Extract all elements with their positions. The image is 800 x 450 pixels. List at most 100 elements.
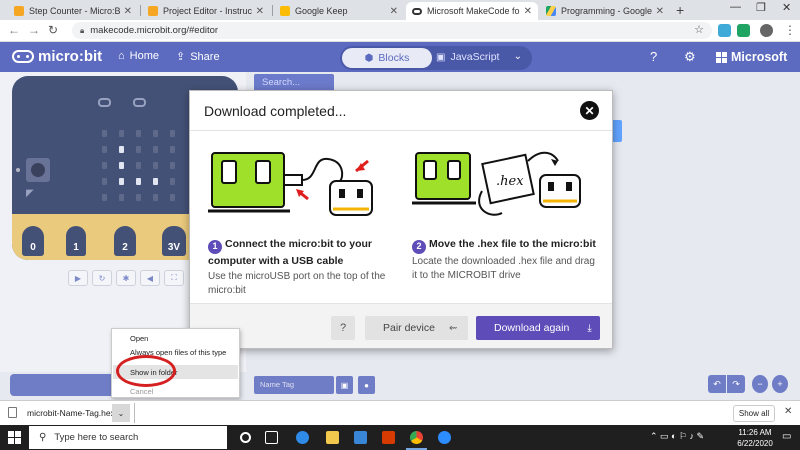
close-tab-icon[interactable]: ✕ bbox=[124, 6, 132, 17]
annotation-circle bbox=[116, 355, 176, 387]
tab-project-editor[interactable]: Project Editor - Instructables ✕ bbox=[142, 2, 270, 20]
step-2-number: 2 bbox=[412, 239, 426, 254]
help-icon[interactable]: ? bbox=[650, 49, 657, 64]
url-text: makecode.microbit.org/#editor bbox=[90, 25, 219, 36]
download-again-button[interactable]: Download again ⤓ bbox=[476, 316, 600, 340]
clock-time: 11:26 AM bbox=[738, 428, 772, 437]
microsoft-label: Microsoft bbox=[731, 50, 788, 64]
forward-arrow-icon[interactable]: → bbox=[28, 23, 40, 37]
system-tray-icon[interactable]: ⌃ ▭ ◐ ⚐ ♪ ✎ bbox=[650, 431, 704, 442]
task-view-icon[interactable] bbox=[265, 431, 278, 444]
help-button[interactable]: ? bbox=[331, 316, 355, 340]
windows-start-icon[interactable] bbox=[8, 431, 21, 444]
tab-google-keep[interactable]: Google Keep ✕ bbox=[274, 2, 404, 20]
close-tab-icon[interactable]: ✕ bbox=[256, 6, 264, 17]
editor-toggle: ⬢ Blocks ▣ JavaScript ⌄ bbox=[340, 46, 532, 70]
divider bbox=[134, 403, 135, 423]
address-bar-row: ← → ↻ 🔒︎ makecode.microbit.org/#editor ☆… bbox=[0, 20, 800, 42]
close-tab-icon[interactable]: ✕ bbox=[390, 6, 398, 17]
downloaded-file-item[interactable]: microbit-Name-Tag.hex bbox=[8, 407, 115, 418]
home-label: Home bbox=[129, 50, 159, 62]
step-1-number: 1 bbox=[208, 239, 222, 254]
tab-title: Google Keep bbox=[295, 6, 348, 16]
microsoft-logo[interactable]: Microsoft bbox=[716, 50, 787, 64]
dialog-footer: ? Pair device ⇜ Download again ⤓ bbox=[190, 303, 612, 348]
step-1-heading: 1 Connect the micro:bit to your computer … bbox=[208, 237, 398, 269]
browser-menu-icon[interactable]: ⋮ bbox=[784, 23, 796, 37]
chevron-down-icon[interactable]: ⌄ bbox=[514, 51, 522, 62]
maximize-button[interactable]: ❐ bbox=[756, 1, 766, 14]
tab-title: Microsoft MakeCode for micro bbox=[427, 6, 520, 16]
instructables-favicon-icon bbox=[148, 6, 158, 16]
back-arrow-icon[interactable]: ← bbox=[8, 23, 20, 37]
pair-device-button[interactable]: Pair device ⇜ bbox=[365, 316, 468, 340]
notification-icon[interactable]: ▭ bbox=[782, 431, 791, 442]
menu-item-cancel[interactable]: Cancel bbox=[130, 387, 153, 399]
zoom-icon[interactable] bbox=[438, 431, 451, 444]
downloaded-filename: microbit-Name-Tag.hex bbox=[27, 407, 115, 418]
close-icon[interactable]: ✕ bbox=[784, 406, 792, 417]
extension-icon[interactable] bbox=[737, 24, 750, 37]
file-icon bbox=[8, 407, 17, 418]
move-hex-illustration: .hex bbox=[412, 151, 581, 216]
file-explorer-icon[interactable] bbox=[326, 431, 339, 444]
chevron-down-icon[interactable]: ⌄ bbox=[112, 404, 130, 422]
step-1: 1 Connect the micro:bit to your computer … bbox=[208, 237, 398, 298]
keep-favicon-icon bbox=[280, 6, 290, 16]
download-completed-dialog: Download completed... ✕ .hex 1 Connect t… bbox=[189, 90, 613, 349]
home-button[interactable]: ⌂ Home bbox=[118, 50, 159, 62]
microbit-logo[interactable]: micro:bit bbox=[12, 48, 102, 65]
windows-taskbar: ⚲ Type here to search ⌃ ▭ ◐ ⚐ ♪ ✎ 11:26 … bbox=[0, 425, 800, 450]
dialog-title: Download completed... bbox=[204, 103, 347, 119]
new-tab-button[interactable]: + bbox=[676, 2, 684, 18]
hex-file-label: .hex bbox=[496, 174, 524, 189]
minimize-button[interactable]: — bbox=[730, 1, 741, 13]
profile-avatar-icon[interactable] bbox=[760, 24, 773, 37]
drive-favicon-icon bbox=[546, 6, 556, 16]
blocks-label: Blocks bbox=[378, 52, 410, 64]
usb-icon: ⇜ bbox=[448, 322, 458, 334]
gear-icon[interactable]: ⚙ bbox=[684, 49, 696, 65]
pair-device-label: Pair device bbox=[383, 322, 435, 334]
bookmark-star-icon[interactable]: ☆ bbox=[694, 23, 704, 36]
microbit-logo-icon bbox=[12, 50, 34, 63]
close-tab-icon[interactable]: ✕ bbox=[656, 6, 664, 17]
close-icon[interactable]: ✕ bbox=[580, 101, 599, 120]
instructables-favicon-icon bbox=[14, 6, 24, 16]
chrome-icon[interactable] bbox=[406, 431, 427, 450]
makecode-header: micro:bit ⌂ Home ⇪ Share ⬢ Blocks ▣ Java… bbox=[0, 42, 800, 72]
share-label: Share bbox=[190, 50, 220, 63]
menu-item-open[interactable]: Open bbox=[130, 334, 148, 346]
blocks-tab[interactable]: ⬢ Blocks bbox=[342, 48, 432, 68]
cortana-icon[interactable] bbox=[240, 432, 251, 443]
store-icon[interactable] bbox=[354, 431, 367, 444]
close-window-button[interactable]: ✕ bbox=[782, 1, 791, 14]
tab-step-counter[interactable]: Step Counter - Micro:Bit : 11 St ✕ bbox=[8, 2, 138, 20]
extension-icon[interactable] bbox=[718, 24, 731, 37]
taskbar-clock[interactable]: 11:26 AM 6/22/2020 bbox=[735, 427, 775, 449]
taskbar-search-input[interactable]: ⚲ Type here to search bbox=[29, 426, 227, 449]
makecode-favicon-icon bbox=[412, 7, 422, 15]
dialog-header: Download completed... ✕ bbox=[190, 91, 612, 131]
share-button[interactable]: ⇪ Share bbox=[176, 50, 220, 64]
show-all-button[interactable]: Show all bbox=[733, 405, 775, 422]
browser-tab-strip: Step Counter - Micro:Bit : 11 St ✕ Proje… bbox=[0, 0, 800, 20]
javascript-label: JavaScript bbox=[450, 51, 500, 63]
step-2-heading: 2 Move the .hex file to the micro:bit bbox=[412, 237, 602, 254]
office-icon[interactable] bbox=[382, 431, 395, 444]
taskbar-search-placeholder: Type here to search bbox=[54, 432, 139, 443]
puzzle-icon: ⬢ bbox=[364, 52, 374, 64]
tab-google-drive[interactable]: Programming - Google Drive ✕ bbox=[540, 2, 670, 20]
tab-title: Project Editor - Instructables bbox=[163, 6, 252, 16]
url-input[interactable]: 🔒︎ makecode.microbit.org/#editor ☆ bbox=[72, 22, 712, 39]
edge-icon[interactable] bbox=[296, 431, 309, 444]
clock-date: 6/22/2020 bbox=[737, 439, 773, 448]
step-2-description: Locate the downloaded .hex file and drag… bbox=[412, 255, 595, 281]
close-tab-icon[interactable]: ✕ bbox=[524, 6, 532, 17]
javascript-tab[interactable]: ▣ JavaScript bbox=[436, 51, 499, 63]
step-2-heading-text: Move the .hex file to the micro:bit bbox=[429, 238, 596, 250]
js-icon: ▣ bbox=[436, 51, 446, 63]
reload-icon[interactable]: ↻ bbox=[48, 23, 58, 37]
step-1-description: Use the microUSB port on the top of the … bbox=[208, 270, 386, 296]
tab-makecode[interactable]: Microsoft MakeCode for micro ✕ bbox=[406, 2, 538, 20]
